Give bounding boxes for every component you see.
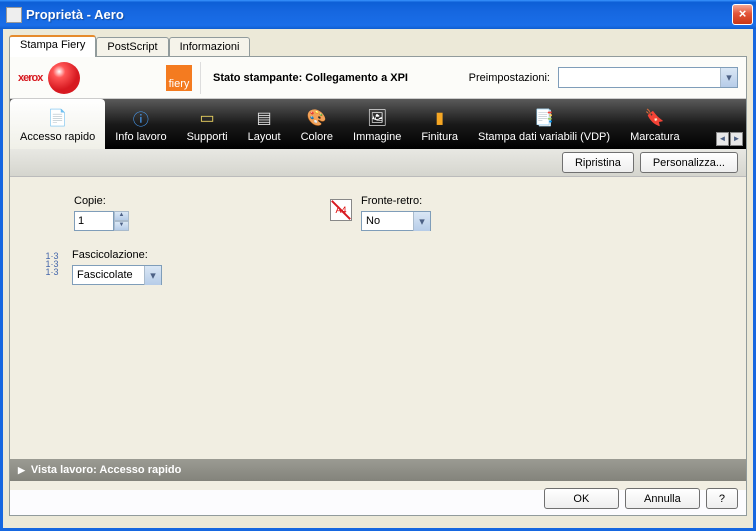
duplex-off-icon: A4 bbox=[329, 195, 353, 225]
tab-fiery[interactable]: Stampa Fiery bbox=[9, 35, 96, 57]
tool-label: Info lavoro bbox=[115, 131, 166, 143]
info-icon: ⓘ bbox=[129, 107, 153, 129]
cancel-button[interactable]: Annulla bbox=[625, 488, 700, 509]
action-row: Ripristina Personalizza... bbox=[10, 149, 746, 177]
tab-info[interactable]: Informazioni bbox=[169, 37, 251, 56]
close-button[interactable]: × bbox=[732, 4, 753, 25]
image-icon: 🖼 bbox=[365, 107, 389, 129]
tool-media[interactable]: ▭ Supporti bbox=[177, 99, 238, 149]
toolbar: 📄 Accesso rapido ⓘ Info lavoro ▭ Support… bbox=[10, 99, 746, 149]
footer-buttons: OK Annulla ? bbox=[544, 488, 738, 509]
reset-button[interactable]: Ripristina bbox=[562, 152, 634, 173]
spin-up-button[interactable]: ▲ bbox=[114, 211, 129, 221]
tool-label: Supporti bbox=[187, 131, 228, 143]
view-bar-label: Vista lavoro: Accesso rapido bbox=[31, 464, 181, 476]
chevron-down-icon: ▾ bbox=[413, 212, 430, 231]
scroll-right-button[interactable]: ► bbox=[730, 132, 743, 146]
copies-label: Copie: bbox=[74, 195, 129, 207]
header-row: xerox fiery Stato stampante: Collegament… bbox=[10, 57, 746, 99]
fiery-logo-icon: fiery bbox=[166, 65, 192, 91]
ok-button[interactable]: OK bbox=[544, 488, 619, 509]
tab-label: Stampa Fiery bbox=[20, 39, 85, 51]
tool-vdp[interactable]: 📑 Stampa dati variabili (VDP) bbox=[468, 99, 620, 149]
customize-button[interactable]: Personalizza... bbox=[640, 152, 738, 173]
fiery-text: fiery bbox=[169, 78, 190, 90]
titlebar: Proprietà - Aero × bbox=[0, 0, 756, 29]
app-icon bbox=[6, 7, 22, 23]
tool-label: Finitura bbox=[421, 131, 458, 143]
tool-layout[interactable]: ▤ Layout bbox=[238, 99, 291, 149]
tab-label: PostScript bbox=[107, 41, 157, 53]
chevron-down-icon: ▾ bbox=[720, 68, 737, 87]
presets-select[interactable]: ▾ bbox=[558, 67, 738, 88]
brand-text: xerox bbox=[18, 72, 42, 84]
duplex-value: No bbox=[366, 215, 380, 227]
vdp-icon: 📑 bbox=[532, 107, 556, 129]
tool-mark[interactable]: 🔖 Marcatura bbox=[620, 99, 690, 149]
tool-label: Immagine bbox=[353, 131, 401, 143]
window-title: Proprietà - Aero bbox=[26, 7, 732, 22]
stamp-icon: 🔖 bbox=[643, 107, 667, 129]
collate-select[interactable]: Fascicolate ▾ bbox=[72, 265, 162, 285]
tool-image[interactable]: 🖼 Immagine bbox=[343, 99, 411, 149]
job-view-bar[interactable]: ▶ Vista lavoro: Accesso rapido bbox=[10, 459, 746, 481]
xerox-ball-icon bbox=[48, 62, 80, 94]
toolbar-scroll: ◄ ► bbox=[716, 99, 746, 149]
tool-finish[interactable]: ▮ Finitura bbox=[411, 99, 468, 149]
expand-right-icon: ▶ bbox=[18, 465, 25, 476]
tab-content: xerox fiery Stato stampante: Collegament… bbox=[9, 56, 747, 516]
collate-label: Fascicolazione: bbox=[72, 249, 162, 261]
duplex-select[interactable]: No ▾ bbox=[361, 211, 431, 231]
tool-label: Colore bbox=[301, 131, 333, 143]
duplex-group: A4 Fronte-retro: No ▾ bbox=[329, 195, 431, 231]
layout-icon: ▤ bbox=[252, 107, 276, 129]
copies-input[interactable] bbox=[74, 211, 114, 231]
window-body: Stampa Fiery PostScript Informazioni xer… bbox=[0, 29, 756, 531]
chevron-down-icon: ▾ bbox=[144, 266, 161, 285]
tab-row: Stampa Fiery PostScript Informazioni bbox=[9, 35, 747, 56]
finishing-icon: ▮ bbox=[428, 107, 452, 129]
scroll-left-button[interactable]: ◄ bbox=[716, 132, 729, 146]
form-area: Copie: ▲ ▼ A4 Fronte-retro: bbox=[10, 177, 746, 490]
copies-spinner[interactable]: ▲ ▼ bbox=[74, 211, 129, 231]
tool-label: Accesso rapido bbox=[20, 131, 95, 143]
spin-down-button[interactable]: ▼ bbox=[114, 221, 129, 231]
tab-label: Informazioni bbox=[180, 41, 240, 53]
tool-quick-access[interactable]: 📄 Accesso rapido bbox=[10, 99, 105, 149]
tool-label: Layout bbox=[248, 131, 281, 143]
tool-label: Marcatura bbox=[630, 131, 680, 143]
divider bbox=[200, 62, 201, 94]
tool-job-info[interactable]: ⓘ Info lavoro bbox=[105, 99, 176, 149]
copies-group: Copie: ▲ ▼ bbox=[74, 195, 129, 231]
xerox-logo: xerox bbox=[18, 61, 158, 95]
tool-label: Stampa dati variabili (VDP) bbox=[478, 131, 610, 143]
tab-postscript[interactable]: PostScript bbox=[96, 37, 168, 56]
collate-value: Fascicolate bbox=[77, 269, 133, 281]
collation-group: 1·31·31·3 Fascicolazione: Fascicolate ▾ bbox=[40, 249, 716, 285]
document-icon: 📄 bbox=[46, 107, 70, 129]
help-button[interactable]: ? bbox=[706, 488, 738, 509]
tool-color[interactable]: 🎨 Colore bbox=[291, 99, 343, 149]
color-wheel-icon: 🎨 bbox=[305, 107, 329, 129]
printer-status: Stato stampante: Collegamento a XPI bbox=[213, 72, 408, 84]
collation-icon: 1·31·31·3 bbox=[40, 249, 64, 279]
duplex-label: Fronte-retro: bbox=[361, 195, 431, 207]
presets-label: Preimpostazioni: bbox=[469, 72, 550, 84]
media-icon: ▭ bbox=[195, 107, 219, 129]
